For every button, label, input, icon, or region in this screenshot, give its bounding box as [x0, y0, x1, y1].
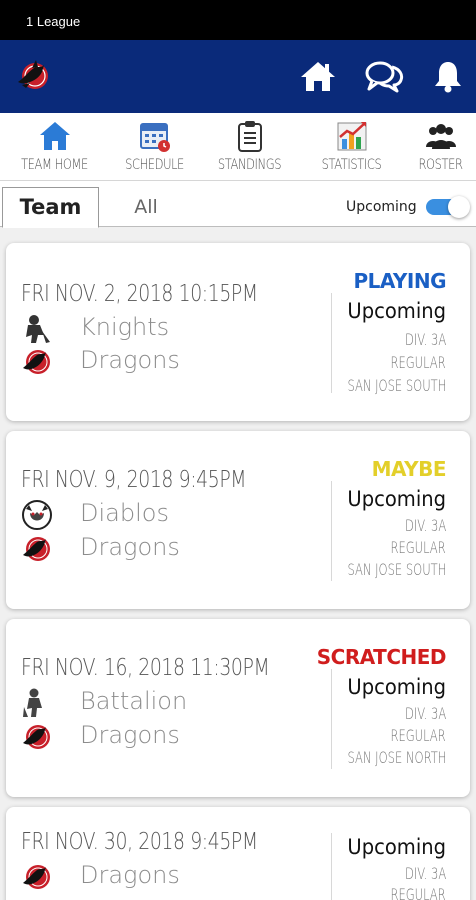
nav-statistics[interactable]: STATISTICS	[304, 117, 399, 179]
nav-label: ROSTER	[418, 157, 463, 173]
chat-icon[interactable]	[364, 56, 404, 96]
home-team-row: Battalion	[20, 687, 320, 719]
game-date: FRI NOV. 16, 2018 11:30PM	[21, 655, 270, 681]
app-bar	[0, 40, 476, 113]
game-card[interactable]: FRI NOV. 2, 2018 10:15PM Knights Dragons…	[6, 243, 470, 421]
home-team-name: Diablos	[80, 499, 169, 527]
people-icon	[424, 119, 458, 153]
upcoming-toggle-label: Upcoming	[346, 199, 417, 215]
house-icon	[38, 119, 72, 153]
status-bar: 1 League	[0, 0, 476, 40]
away-team-row: Dragons	[20, 346, 320, 378]
nav-roster[interactable]: ROSTER	[393, 117, 476, 179]
nav-label: SCHEDULE	[125, 157, 184, 173]
card-divider	[331, 833, 332, 900]
game-division: DIV. 3A	[404, 704, 446, 723]
home-team-name: Knights	[80, 313, 170, 341]
game-location: SAN JOSE SOUTH	[347, 376, 446, 395]
dragon-logo-icon	[20, 346, 54, 378]
dragon-logo-icon	[20, 861, 54, 893]
nav-label: TEAM HOME	[21, 157, 88, 173]
card-divider	[331, 669, 332, 769]
home-icon[interactable]	[298, 56, 338, 96]
diablo-logo-icon	[20, 499, 54, 531]
game-date: FRI NOV. 9, 2018 9:45PM	[21, 467, 247, 493]
game-location: SAN JOSE NORTH	[347, 748, 446, 767]
home-team-name: Battalion	[80, 687, 188, 715]
dragon-logo-icon	[20, 533, 54, 565]
chart-icon	[335, 119, 369, 153]
game-card[interactable]: FRI NOV. 30, 2018 9:45PM Dragons Upcomin…	[6, 807, 470, 900]
game-location: SAN JOSE SOUTH	[347, 560, 446, 579]
game-type: REGULAR	[390, 726, 446, 745]
card-divider	[331, 293, 332, 393]
clipboard-icon	[233, 119, 267, 153]
game-type: REGULAR	[390, 538, 446, 557]
nav-team-home[interactable]: TEAM HOME	[7, 117, 102, 179]
home-team-row: Dragons	[20, 861, 320, 893]
filter-bar: Team All Upcoming	[0, 181, 476, 228]
home-team-name: Dragons	[80, 861, 180, 889]
game-date: FRI NOV. 2, 2018 10:15PM	[21, 281, 258, 307]
tab-team[interactable]: Team	[2, 187, 99, 228]
away-team-row: Dragons	[20, 533, 320, 565]
game-card[interactable]: FRI NOV. 16, 2018 11:30PM Battalion Drag…	[6, 619, 470, 797]
toggle-knob	[448, 196, 470, 218]
home-team-row: Knights	[20, 313, 320, 345]
away-team-name: Dragons	[80, 721, 180, 749]
upcoming-toggle[interactable]	[424, 196, 470, 218]
calendar-icon	[138, 119, 172, 153]
nav-schedule[interactable]: SCHEDULE	[107, 117, 202, 179]
card-divider	[331, 481, 332, 581]
player-logo-icon	[20, 687, 54, 719]
knight-logo-icon	[20, 313, 54, 345]
away-team-name: Dragons	[80, 533, 180, 561]
rsvp-status[interactable]: MAYBE	[372, 457, 447, 481]
game-division: DIV. 3A	[404, 516, 446, 535]
dragon-logo-icon	[20, 721, 54, 753]
game-date: FRI NOV. 30, 2018 9:45PM	[21, 829, 258, 855]
home-team-row: Diablos	[20, 499, 320, 531]
rsvp-status[interactable]: SCRATCHED	[317, 645, 447, 669]
game-state: Upcoming	[347, 487, 446, 511]
away-team-row: Dragons	[20, 721, 320, 753]
game-type: REGULAR	[390, 885, 446, 900]
tab-all[interactable]: All	[110, 187, 182, 227]
game-division: DIV. 3A	[404, 864, 446, 883]
bell-icon[interactable]	[428, 56, 468, 96]
carrier-label: 1 League	[26, 14, 81, 29]
nav-label: STANDINGS	[217, 157, 282, 173]
dragon-logo[interactable]	[14, 56, 54, 96]
game-state: Upcoming	[347, 299, 446, 323]
rsvp-status[interactable]: PLAYING	[353, 269, 446, 293]
game-state: Upcoming	[347, 675, 446, 699]
section-nav: TEAM HOME SCHEDULE STANDINGS STATISTICS …	[0, 113, 476, 181]
game-state: Upcoming	[347, 835, 446, 859]
game-type: REGULAR	[390, 353, 446, 372]
nav-standings[interactable]: STANDINGS	[202, 117, 297, 179]
game-division: DIV. 3A	[404, 330, 446, 349]
away-team-name: Dragons	[80, 346, 180, 374]
game-card[interactable]: FRI NOV. 9, 2018 9:45PM Diablos Dragons …	[6, 431, 470, 609]
nav-label: STATISTICS	[321, 157, 382, 173]
